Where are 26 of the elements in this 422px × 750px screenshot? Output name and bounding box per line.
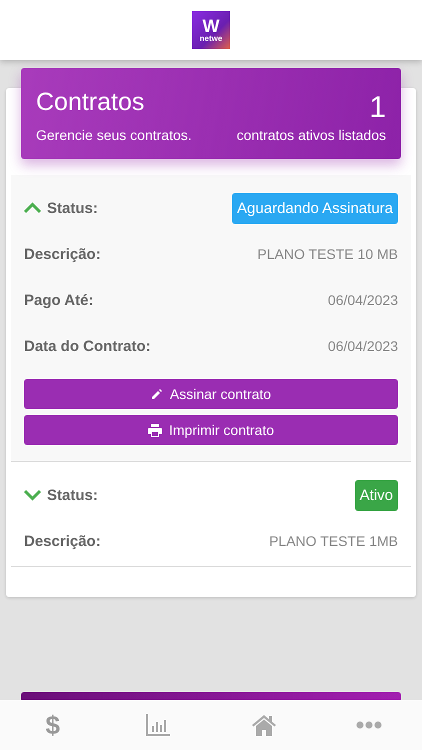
printer-icon: [148, 424, 162, 436]
page-title: Contratos: [36, 88, 146, 117]
status-badge: Aguardando Assinatura: [232, 192, 398, 224]
field-value: 06/04/2023: [328, 338, 398, 354]
field-label: Descrição:: [24, 246, 101, 262]
field-label: Descrição:: [24, 532, 101, 550]
field-label: Data do Contrato:: [24, 338, 151, 354]
field-value: PLANO TESTE 1MB: [269, 533, 398, 549]
bar-chart-icon[interactable]: [145, 712, 172, 738]
field-label: Status:: [47, 200, 98, 216]
field-label: Status:: [47, 486, 98, 504]
app-logo: W netwe: [192, 11, 230, 49]
field-value: 06/04/2023: [328, 292, 398, 308]
print-button[interactable]: Imprimir contrato: [24, 415, 398, 445]
field-label: Pago Até:: [24, 292, 94, 308]
status-badge: Ativo: [354, 480, 398, 510]
home-icon[interactable]: [250, 712, 277, 738]
more-icon[interactable]: [356, 721, 382, 729]
chevron-up-icon[interactable]: [24, 202, 41, 214]
subtitle: Gerencie seus contratos.: [36, 127, 192, 143]
chevron-down-icon[interactable]: [24, 489, 41, 501]
sign-button[interactable]: Assinar contrato: [24, 379, 398, 409]
pencil-icon: [150, 388, 163, 400]
count-label: contratos ativos listados: [236, 127, 386, 143]
contract-count: 1: [369, 91, 386, 125]
field-value: PLANO TESTE 10 MB: [257, 246, 398, 262]
